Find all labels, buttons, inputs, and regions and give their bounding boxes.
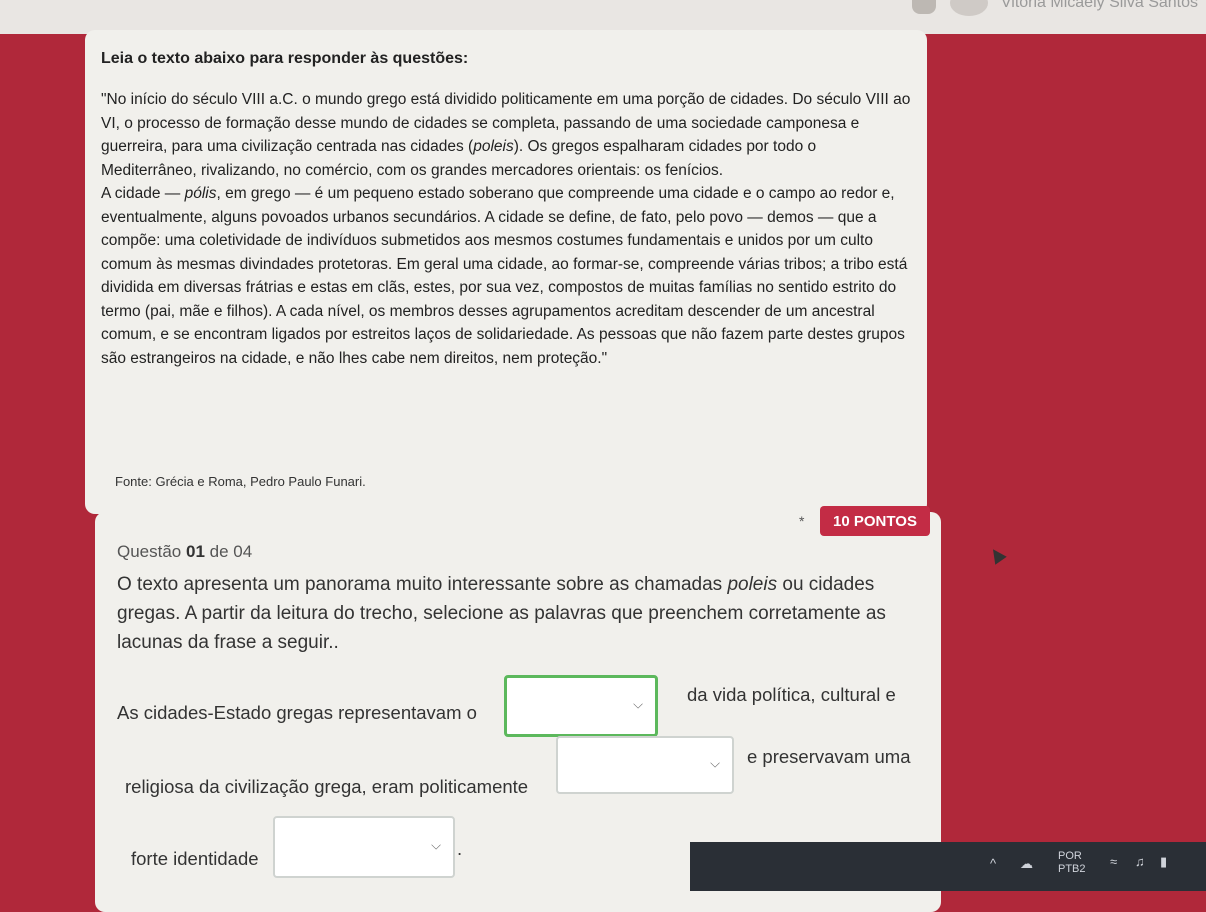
question-number: Questão 01 de 04 — [117, 542, 252, 562]
taskbar: ^ ☁ POR PTB2 ≈ ♫ ▮ — [690, 842, 1206, 891]
language-line-1: POR — [1058, 850, 1082, 862]
quote-emphasis: poleis — [473, 138, 514, 155]
reading-text-card: Leia o texto abaixo para responder às qu… — [85, 30, 927, 514]
question-label-suffix: de 04 — [209, 542, 253, 561]
blank-dropdown-3[interactable]: ⌵ — [273, 816, 455, 878]
sentence-part-4: e preservavam uma — [747, 746, 911, 767]
points-badge: 10 PONTOS — [820, 506, 930, 536]
quote-emphasis: pólis — [184, 185, 217, 202]
sentence-part-2: da vida política, cultural e — [687, 684, 896, 705]
sentence-part-6: . — [457, 838, 463, 859]
wifi-icon[interactable]: ≈ — [1110, 854, 1117, 869]
sentence-part-5: forte identidade — [131, 848, 259, 869]
reading-source: Fonte: Grécia e Roma, Pedro Paulo Funari… — [115, 474, 366, 489]
mouse-cursor-icon — [987, 545, 1007, 565]
language-line-2: PTB2 — [1058, 863, 1086, 875]
reading-heading: Leia o texto abaixo para responder às qu… — [101, 50, 469, 67]
question-label-prefix: Questão — [117, 542, 182, 561]
sentence-part-3: religiosa da civilização grega, eram pol… — [125, 776, 529, 797]
blank-dropdown-2[interactable]: ⌵ — [556, 736, 734, 794]
prompt-emphasis: poleis — [727, 574, 778, 595]
quote-part: , em grego — é um pequeno estado soberan… — [101, 185, 908, 367]
user-name: Vitória Micaely Silva Santos — [1000, 0, 1198, 11]
prompt-part: O texto apresenta um panorama muito inte… — [117, 574, 728, 595]
language-indicator[interactable]: POR PTB2 — [1058, 850, 1086, 876]
volume-icon[interactable]: ♫ — [1135, 854, 1145, 869]
blank-dropdown-1[interactable]: ⌵ — [504, 675, 658, 737]
question-prompt: O texto apresenta um panorama muito inte… — [117, 570, 917, 657]
chevron-up-icon[interactable]: ^ — [990, 856, 996, 871]
top-bar: Vitória Micaely Silva Santos — [0, 0, 1206, 34]
chevron-down-icon: ⌵ — [633, 696, 643, 712]
reading-quote: "No início do século VIII a.C. o mundo g… — [101, 88, 911, 370]
notification-bell-icon[interactable] — [912, 0, 936, 14]
chevron-down-icon: ⌵ — [431, 837, 441, 853]
quote-part: A cidade — — [101, 185, 185, 202]
sentence-part-1: As cidades-Estado gregas representavam o — [117, 702, 477, 723]
cloud-icon[interactable]: ☁ — [1020, 856, 1033, 872]
avatar[interactable] — [950, 0, 988, 16]
battery-icon[interactable]: ▮ — [1160, 854, 1167, 870]
required-mark: * — [799, 513, 805, 529]
chevron-down-icon: ⌵ — [710, 755, 720, 771]
question-number-value: 01 — [186, 542, 205, 561]
